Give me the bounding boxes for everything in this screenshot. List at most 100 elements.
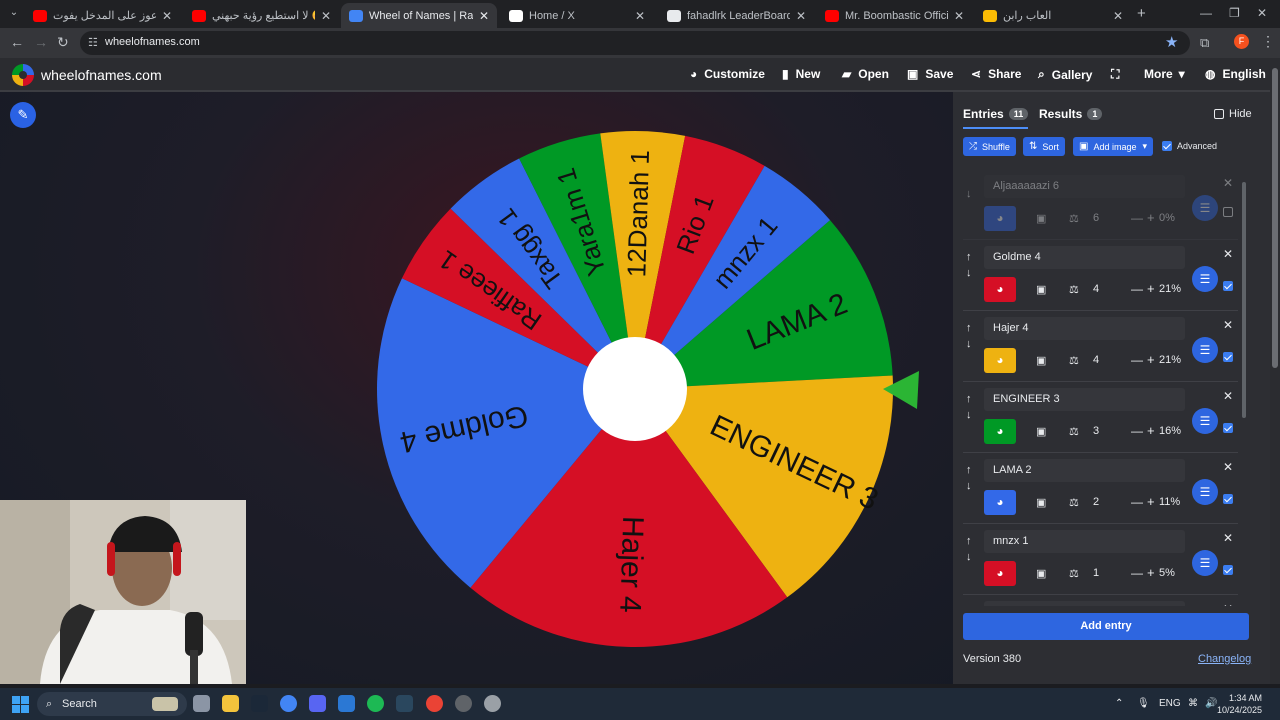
advanced-toggle[interactable]: Advanced [1162, 141, 1217, 151]
clock[interactable]: 1:34 AM 10/24/2025 [1217, 692, 1262, 716]
increase-weight-button[interactable]: + [1147, 423, 1155, 438]
move-up-icon[interactable]: ↑ [966, 251, 972, 263]
entry-name-field[interactable]: ENGINEER 3 [984, 388, 1185, 411]
extensions-icon[interactable]: ⧉ [1200, 35, 1209, 51]
move-down-icon[interactable]: ↓ [966, 409, 972, 421]
menu-more-button[interactable]: More ▾ [1144, 67, 1192, 81]
entry-name-field[interactable]: mnzx 1 [984, 530, 1185, 553]
close-tab-icon[interactable]: ✕ [321, 9, 331, 23]
move-down-icon[interactable]: ↓ [966, 551, 972, 563]
entry-weight[interactable]: 1 [1093, 567, 1099, 579]
menu-share-button[interactable]: ⋖ Share [971, 67, 1021, 81]
increase-weight-button[interactable]: + [1147, 494, 1155, 509]
decrease-weight-button[interactable]: — [1131, 566, 1143, 580]
browser-tab[interactable]: Wheel of Names | Random nam ✕ [341, 3, 497, 28]
close-tab-icon[interactable]: ✕ [162, 9, 172, 23]
remove-entry-icon[interactable]: ✕ [1223, 389, 1233, 403]
entry-weight[interactable]: 2 [1093, 496, 1099, 508]
browser-menu-icon[interactable]: ⋮ [1261, 33, 1275, 50]
wheel-center-hub[interactable] [583, 337, 687, 441]
tab-results[interactable]: Results 1 [1039, 107, 1103, 121]
tab-entries[interactable]: Entries 11 [963, 107, 1029, 129]
tray-chevron-icon[interactable]: ⌃ [1115, 698, 1123, 709]
sort-button[interactable]: ⇅ Sort [1023, 137, 1065, 156]
site-info-icon[interactable]: ☷ [88, 36, 98, 49]
entry-settings-button[interactable]: ☰ [1192, 479, 1218, 505]
close-tab-icon[interactable]: ✕ [479, 9, 489, 23]
entry-color-button[interactable]: ◕ [984, 348, 1016, 373]
reload-icon[interactable]: ↻ [57, 34, 69, 51]
entry-settings-button[interactable]: ☰ [1192, 550, 1218, 576]
entry-weight[interactable]: 4 [1093, 354, 1099, 366]
forward-icon[interactable]: → [34, 34, 48, 50]
entry-weight[interactable]: 4 [1093, 283, 1099, 295]
entry-color-button[interactable]: ◕ [984, 561, 1016, 586]
back-icon[interactable]: ← [10, 34, 24, 50]
profile-avatar[interactable]: F [1234, 34, 1249, 49]
page-scrollbar[interactable] [1270, 58, 1280, 684]
chrome-icon[interactable] [280, 695, 297, 712]
entry-enabled-checkbox[interactable] [1223, 281, 1233, 291]
brand-name[interactable]: wheelofnames.com [41, 67, 162, 83]
menu-customize-button[interactable]: ◕ Customize [690, 67, 765, 81]
increase-weight-button[interactable]: + [1147, 352, 1155, 367]
browser-tab[interactable]: العاب رابن ✕ [975, 3, 1131, 28]
close-tab-icon[interactable]: ✕ [635, 9, 645, 23]
steam-icon[interactable] [251, 695, 268, 712]
entry-weight[interactable]: 3 [1093, 425, 1099, 437]
new-tab-button[interactable]: + [1137, 5, 1146, 22]
increase-weight-button[interactable]: + [1147, 565, 1155, 580]
settings-icon[interactable] [484, 695, 501, 712]
menu-new-button[interactable]: ▮ New [782, 67, 820, 81]
remove-entry-icon[interactable]: ✕ [1223, 247, 1233, 261]
remove-entry-icon[interactable]: ✕ [1223, 176, 1233, 190]
browser-tab[interactable]: Mr. Boombastic Official Music V ✕ [817, 3, 972, 28]
entry-enabled-checkbox[interactable] [1223, 207, 1233, 217]
entry-name-field[interactable]: LAMA 2 [984, 459, 1185, 482]
microphone-icon[interactable]: 🎙 [1137, 698, 1150, 709]
entry-settings-button[interactable]: ☰ [1192, 266, 1218, 292]
add-image-button[interactable]: ▣ Add image ▾ [1073, 137, 1154, 156]
move-down-icon[interactable]: ↓ [966, 188, 972, 200]
entry-weight[interactable]: 6 [1093, 212, 1099, 224]
file-explorer-icon[interactable] [222, 695, 239, 712]
menu-fullscreen-button[interactable]: ⛶ [1111, 67, 1126, 82]
language-indicator[interactable]: ENG [1159, 698, 1181, 709]
entry-image-icon[interactable]: ▣ [1036, 354, 1046, 367]
entry-enabled-checkbox[interactable] [1223, 565, 1233, 575]
decrease-weight-button[interactable]: — [1131, 424, 1143, 438]
add-entry-button[interactable]: Add entry [963, 613, 1249, 640]
entry-color-button[interactable]: ◕ [984, 206, 1016, 231]
network-icon[interactable]: ⌘ [1188, 698, 1198, 709]
move-down-icon[interactable]: ↓ [966, 338, 972, 350]
menu-save-button[interactable]: ▣ Save [907, 67, 953, 81]
increase-weight-button[interactable]: + [1147, 210, 1155, 225]
entry-settings-button[interactable]: ☰ [1192, 408, 1218, 434]
increase-weight-button[interactable]: + [1147, 281, 1155, 296]
menu-open-button[interactable]: ▰ Open [842, 67, 889, 81]
entry-image-icon[interactable]: ▣ [1036, 567, 1046, 580]
entry-color-button[interactable]: ◕ [984, 277, 1016, 302]
close-tab-icon[interactable]: ✕ [796, 9, 806, 23]
browser-tab[interactable]: Home / X ✕ [501, 3, 653, 28]
wheel-logo-icon[interactable] [12, 64, 34, 86]
menu-gallery-button[interactable]: ⌕ Gallery [1038, 67, 1092, 82]
decrease-weight-button[interactable]: — [1131, 282, 1143, 296]
minimize-icon[interactable]: — [1200, 6, 1212, 20]
menu-english-button[interactable]: ◍ English [1205, 67, 1266, 81]
entry-image-icon[interactable]: ▣ [1036, 212, 1046, 225]
advanced-checkbox[interactable] [1162, 141, 1172, 151]
decrease-weight-button[interactable]: — [1131, 353, 1143, 367]
windows-start-icon[interactable] [12, 696, 29, 713]
entry-enabled-checkbox[interactable] [1223, 423, 1233, 433]
move-up-icon[interactable]: ↑ [966, 535, 972, 547]
entry-name-field[interactable]: Rio 1 [984, 601, 1185, 606]
chrome-active-icon[interactable] [426, 695, 443, 712]
entry-enabled-checkbox[interactable] [1223, 352, 1233, 362]
close-tab-icon[interactable]: ✕ [1113, 9, 1123, 23]
entry-settings-button[interactable]: ☰ [1192, 337, 1218, 363]
entry-settings-button[interactable]: ☰ [1192, 195, 1218, 221]
obs-icon[interactable] [455, 695, 472, 712]
move-down-icon[interactable]: ↓ [966, 267, 972, 279]
spotify-icon[interactable] [367, 695, 384, 712]
